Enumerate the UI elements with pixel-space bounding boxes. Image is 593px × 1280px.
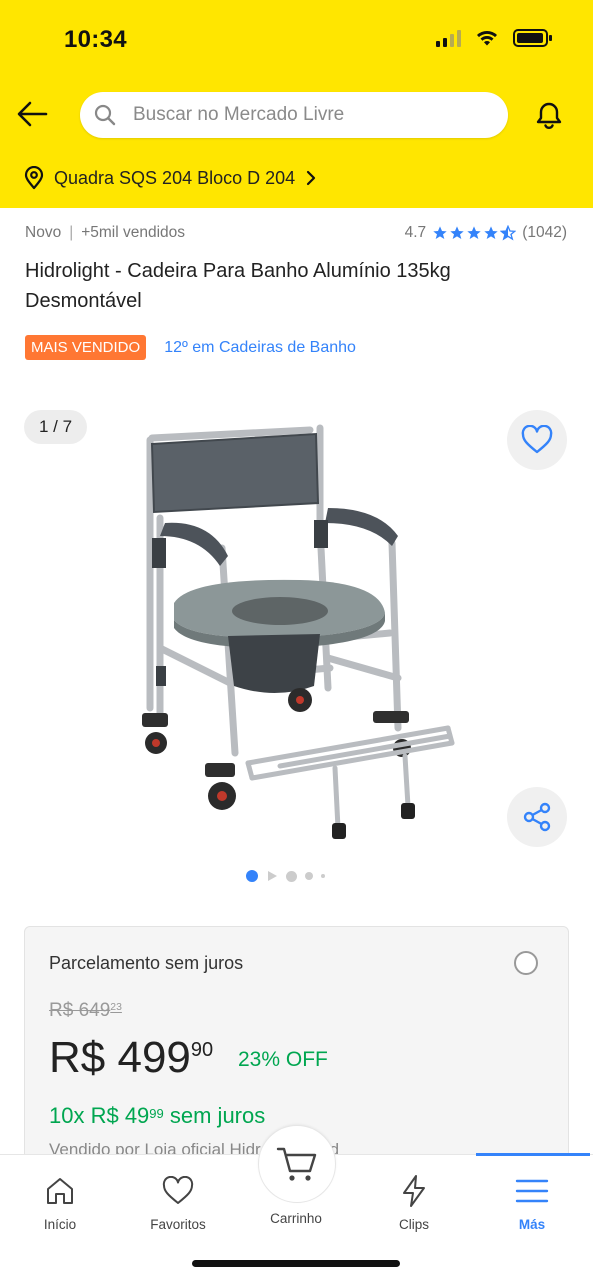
star-half-icon — [500, 225, 517, 241]
page-dot — [321, 874, 325, 878]
menu-icon — [515, 1179, 549, 1203]
best-seller-badge: MAIS VENDIDO — [25, 335, 147, 360]
nav-more[interactable]: Más — [482, 1173, 582, 1232]
star-icon — [467, 226, 481, 239]
delivery-address[interactable]: Quadra SQS 204 Bloco D 204 — [24, 166, 317, 190]
nav-home-label: Início — [43, 1217, 77, 1232]
cart-button[interactable] — [258, 1125, 336, 1203]
installment-title: Parcelamento sem juros — [49, 953, 244, 973]
chevron-right-icon — [307, 170, 316, 186]
nav-cart[interactable]: Carrinho — [246, 1211, 346, 1226]
app-header: 10:34 Buscar no Mercado Livre Quadra SQS… — [0, 0, 593, 208]
current-price: R$ 49990 — [49, 1033, 214, 1082]
arrow-left-icon — [17, 101, 48, 127]
nav-clips-label: Clips — [398, 1217, 429, 1232]
condition-and-sales: Novo | +5mil vendidos — [25, 224, 186, 241]
installments-info: 10x R$ 4999 sem juros — [49, 1103, 266, 1128]
favorite-button[interactable] — [507, 410, 567, 470]
search-row — [0, 92, 593, 138]
search-icon — [94, 104, 116, 126]
product-gallery[interactable]: 1 / 7 — [0, 400, 593, 870]
shower-commode-chair-image — [142, 424, 455, 839]
nav-cart-label: Carrinho — [270, 1211, 322, 1226]
location-pin-icon — [24, 166, 44, 190]
back-button[interactable] — [14, 96, 50, 132]
old-price: R$ 64923 — [49, 1000, 122, 1021]
search-bar[interactable] — [80, 92, 508, 138]
lightning-icon — [403, 1175, 425, 1207]
cellular-signal-icon — [436, 29, 461, 47]
nav-favorites-label: Favoritos — [150, 1217, 206, 1232]
status-time: 10:34 — [64, 26, 127, 53]
star-icon — [484, 226, 498, 239]
active-tab-indicator — [476, 1153, 590, 1156]
share-button[interactable] — [507, 787, 567, 847]
nav-clips[interactable]: Clips — [364, 1173, 464, 1232]
star-icon — [433, 226, 447, 239]
bell-icon — [536, 102, 562, 129]
nav-more-label: Más — [518, 1217, 546, 1232]
rating-summary[interactable]: 4.7 (1042) — [405, 224, 567, 242]
page-dot — [286, 870, 297, 882]
nav-home[interactable]: Início — [10, 1173, 110, 1232]
gallery-counter: 1 / 7 — [24, 410, 88, 444]
product-title: Hidrolight - Cadeira Para Banho Alumínio… — [25, 260, 451, 312]
gallery-pagination[interactable] — [246, 870, 325, 882]
star-icon — [450, 226, 464, 239]
page-dot-active — [246, 870, 258, 882]
product-badges: MAIS VENDIDO 12º em Cadeiras de Banho — [25, 335, 356, 360]
discount-label: 23% OFF — [238, 1048, 328, 1071]
home-indicator — [192, 1260, 400, 1267]
share-icon — [523, 802, 551, 832]
heart-icon — [162, 1176, 194, 1204]
notifications-button[interactable] — [529, 96, 569, 136]
reviews-count: (1042) — [522, 224, 567, 241]
status-icons — [436, 28, 553, 48]
heart-icon — [521, 425, 553, 454]
battery-icon — [513, 29, 552, 47]
search-input[interactable] — [80, 104, 508, 126]
installment-radio[interactable] — [514, 951, 538, 975]
product-meta: Novo | +5mil vendidos 4.7 (1042) — [25, 224, 567, 242]
cart-icon — [276, 1147, 317, 1181]
category-ranking-link[interactable]: 12º em Cadeiras de Banho — [164, 339, 356, 357]
status-bar: 10:34 — [0, 0, 593, 80]
sold-count: +5mil vendidos — [81, 224, 186, 241]
rating-stars — [432, 225, 517, 241]
address-text: Quadra SQS 204 Bloco D 204 — [54, 167, 296, 188]
rating-value: 4.7 — [404, 224, 427, 241]
wifi-icon — [477, 31, 497, 46]
video-play-indicator-icon — [268, 871, 277, 881]
page-dot — [305, 872, 313, 880]
condition-label: Novo — [25, 224, 62, 241]
home-icon — [47, 1178, 73, 1204]
nav-favorites[interactable]: Favoritos — [128, 1173, 228, 1232]
